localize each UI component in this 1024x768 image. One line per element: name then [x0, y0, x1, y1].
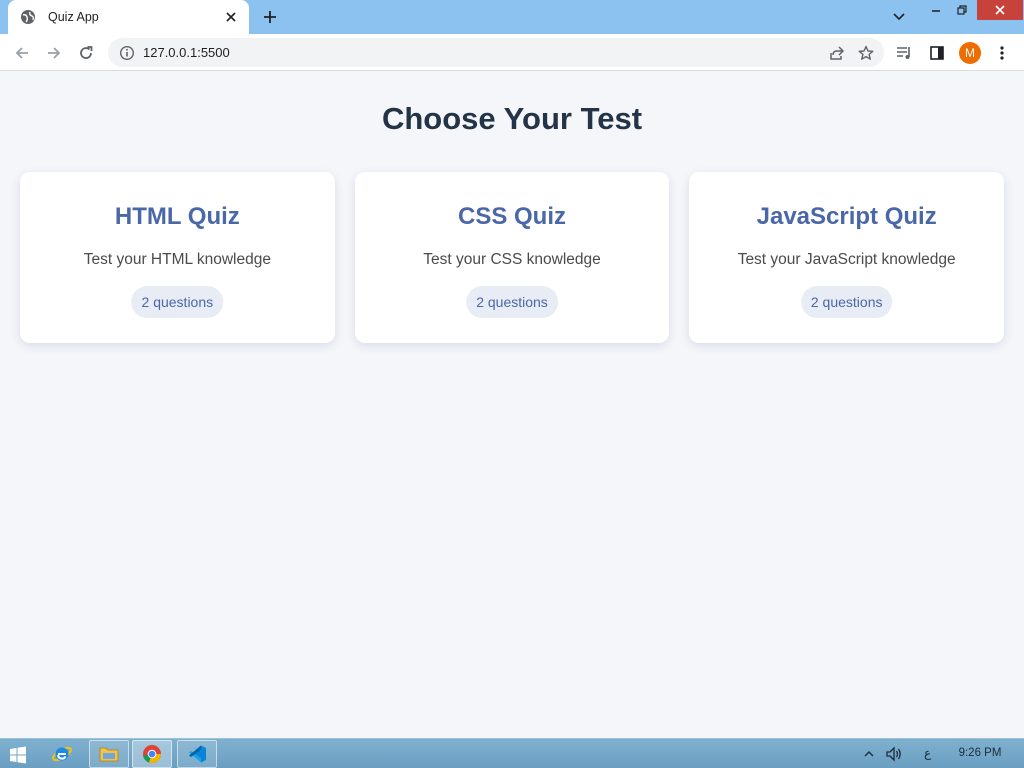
- more-vertical-icon: [1000, 46, 1004, 60]
- forward-button[interactable]: [43, 42, 65, 64]
- browser-tab[interactable]: Quiz App: [8, 0, 249, 34]
- input-language-indicator[interactable]: ع: [924, 746, 931, 760]
- quiz-card-html[interactable]: HTML Quiz Test your HTML knowledge 2 que…: [20, 172, 335, 343]
- quiz-card-title: CSS Quiz: [458, 203, 567, 230]
- new-tab-button[interactable]: [260, 8, 280, 26]
- close-tab-icon[interactable]: [223, 9, 239, 25]
- arrow-right-icon: [48, 47, 61, 59]
- quiz-card-list: HTML Quiz Test your HTML knowledge 2 que…: [20, 172, 1005, 343]
- close-icon: [995, 5, 1005, 15]
- question-count-badge: 2 questions: [800, 286, 893, 318]
- internet-explorer-icon: [52, 746, 72, 762]
- quiz-card-javascript[interactable]: JavaScript Quiz Test your JavaScript kno…: [689, 172, 1005, 343]
- file-explorer-icon: [99, 747, 119, 762]
- quiz-card-title: HTML Quiz: [114, 203, 240, 230]
- address-bar[interactable]: 127.0.0.1:5500: [108, 38, 884, 67]
- quiz-card-description: Test your CSS knowledge: [423, 251, 601, 268]
- page-content: Choose Your Test HTML Quiz Test your HTM…: [0, 71, 1024, 738]
- taskbar-vscode[interactable]: [177, 740, 217, 768]
- chevron-down-icon: [893, 13, 905, 21]
- quiz-card-css[interactable]: CSS Quiz Test your CSS knowledge 2 quest…: [354, 172, 670, 343]
- question-count-badge: 2 questions: [466, 286, 558, 318]
- show-hidden-icons-button[interactable]: [862, 746, 876, 762]
- bookmark-star-icon[interactable]: [855, 42, 877, 64]
- minimize-icon: [932, 10, 940, 12]
- restore-button[interactable]: [948, 0, 976, 20]
- reload-icon: [80, 46, 93, 59]
- close-window-button[interactable]: [977, 0, 1023, 20]
- plus-icon: [264, 11, 276, 23]
- start-button[interactable]: [8, 745, 28, 765]
- globe-icon: [20, 9, 36, 25]
- restore-icon: [957, 5, 967, 15]
- system-clock[interactable]: 9:26 PM: [950, 747, 1010, 759]
- volume-button[interactable]: [884, 746, 904, 762]
- question-count-badge: 2 questions: [131, 286, 224, 318]
- taskbar-internet-explorer[interactable]: [42, 740, 82, 768]
- quiz-card-title: JavaScript Quiz: [756, 203, 937, 230]
- reload-button[interactable]: [75, 42, 97, 64]
- menu-button[interactable]: [991, 42, 1013, 64]
- arrow-left-icon: [15, 47, 28, 59]
- speaker-icon: [886, 746, 901, 762]
- back-button[interactable]: [11, 42, 33, 64]
- profile-avatar[interactable]: M: [959, 42, 981, 64]
- taskbar-file-explorer[interactable]: [89, 740, 129, 768]
- chevron-up-icon: [864, 751, 874, 757]
- page-title: Choose Your Test: [381, 101, 643, 136]
- taskbar: ع 9:26 PM: [0, 738, 1024, 768]
- tab-strip: Quiz App: [0, 0, 1024, 34]
- quiz-card-description: Test your HTML knowledge: [83, 251, 271, 268]
- media-control-button[interactable]: [894, 42, 916, 64]
- url-text[interactable]: 127.0.0.1:5500: [143, 45, 826, 60]
- quiz-card-description: Test your JavaScript knowledge: [737, 251, 956, 268]
- windows-logo-icon: [10, 746, 26, 764]
- taskbar-chrome[interactable]: [132, 740, 172, 768]
- chrome-icon: [143, 745, 162, 764]
- tab-title: Quiz App: [48, 10, 99, 24]
- minimize-button[interactable]: [922, 0, 950, 20]
- vscode-icon: [189, 745, 206, 763]
- side-panel-icon: [930, 46, 944, 60]
- tab-search-button[interactable]: [890, 9, 908, 25]
- site-info-icon[interactable]: [119, 45, 135, 61]
- media-queue-icon: [897, 47, 910, 59]
- share-icon[interactable]: [826, 42, 848, 64]
- side-panel-button[interactable]: [926, 42, 948, 64]
- browser-toolbar: 127.0.0.1:5500 M: [0, 34, 1024, 71]
